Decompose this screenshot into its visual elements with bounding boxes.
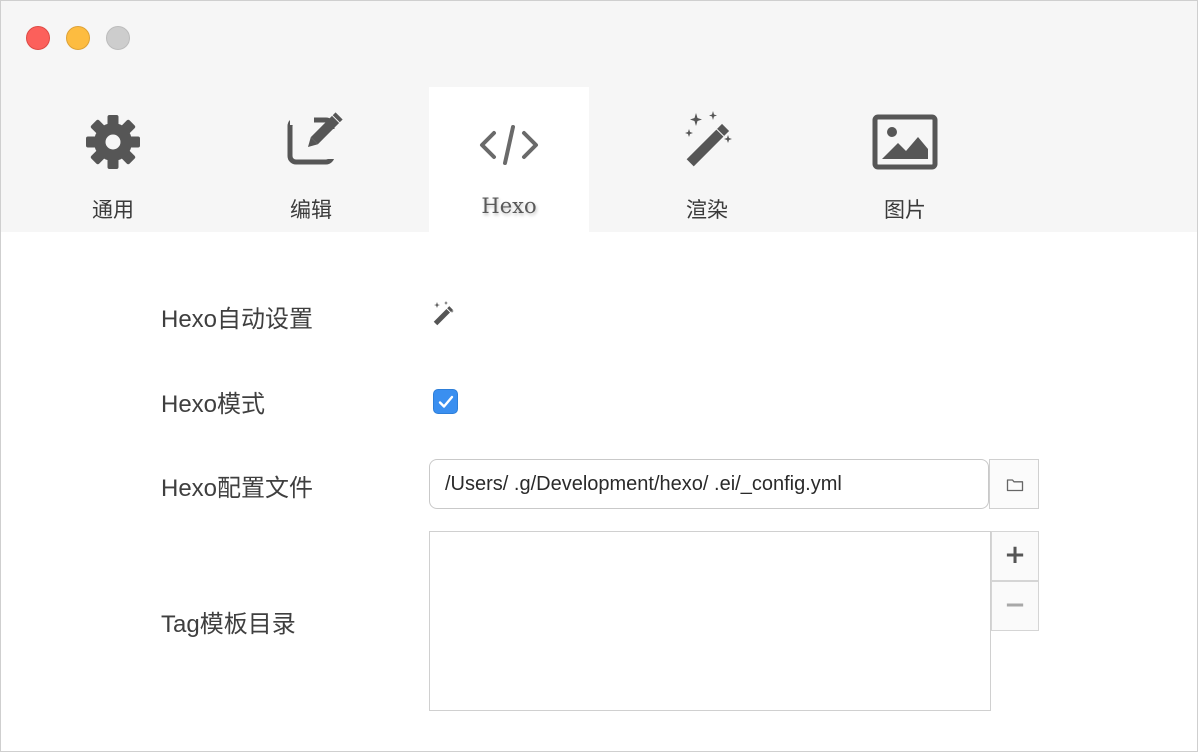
zoom-window-button[interactable] bbox=[106, 26, 130, 50]
tab-image[interactable]: 图片 bbox=[825, 87, 985, 232]
preferences-toolbar: 通用 编辑 Hexo 渲染 图片 bbox=[1, 87, 1197, 232]
tab-image-label: 图片 bbox=[884, 198, 926, 222]
tab-hexo-label: Hexo bbox=[481, 194, 537, 218]
hexo-auto-setup-label: Hexo自动设置 bbox=[161, 306, 314, 333]
hexo-config-file-label: Hexo配置文件 bbox=[161, 475, 314, 502]
add-tag-template-button[interactable]: + bbox=[991, 531, 1039, 581]
config-file-path-field[interactable]: /Users/ .g/Development/hexo/ .ei/_config… bbox=[429, 459, 989, 509]
tag-template-dir-label: Tag模板目录 bbox=[161, 611, 296, 638]
code-icon bbox=[480, 125, 538, 165]
checkmark-icon bbox=[438, 395, 454, 408]
magic-wand-icon bbox=[685, 111, 732, 167]
browse-folder-button[interactable] bbox=[989, 459, 1039, 509]
titlebar-toolbar-area: 通用 编辑 Hexo 渲染 图片 bbox=[1, 1, 1197, 232]
close-window-button[interactable] bbox=[26, 26, 50, 50]
tab-render-label: 渲染 bbox=[686, 198, 728, 222]
edit-icon bbox=[287, 111, 343, 165]
tab-general[interactable]: 通用 bbox=[33, 87, 193, 232]
remove-tag-template-button[interactable]: − bbox=[991, 581, 1039, 631]
tab-hexo[interactable]: Hexo bbox=[429, 87, 589, 232]
hexo-mode-checkbox[interactable] bbox=[433, 389, 458, 414]
hexo-mode-label: Hexo模式 bbox=[161, 391, 266, 418]
tab-edit-label: 编辑 bbox=[290, 198, 332, 222]
magic-wand-icon[interactable] bbox=[429, 299, 457, 327]
folder-icon bbox=[1006, 479, 1024, 492]
image-icon bbox=[872, 114, 938, 170]
preferences-window: 通用 编辑 Hexo 渲染 图片 Hexo自动设置 Hexo模式 Hexo配置文… bbox=[0, 0, 1198, 752]
tab-general-label: 通用 bbox=[92, 198, 134, 222]
tab-render[interactable]: 渲染 bbox=[627, 87, 787, 232]
tag-template-list[interactable] bbox=[429, 531, 991, 711]
minimize-window-button[interactable] bbox=[66, 26, 90, 50]
gear-icon bbox=[86, 115, 140, 169]
tab-edit[interactable]: 编辑 bbox=[231, 87, 391, 232]
